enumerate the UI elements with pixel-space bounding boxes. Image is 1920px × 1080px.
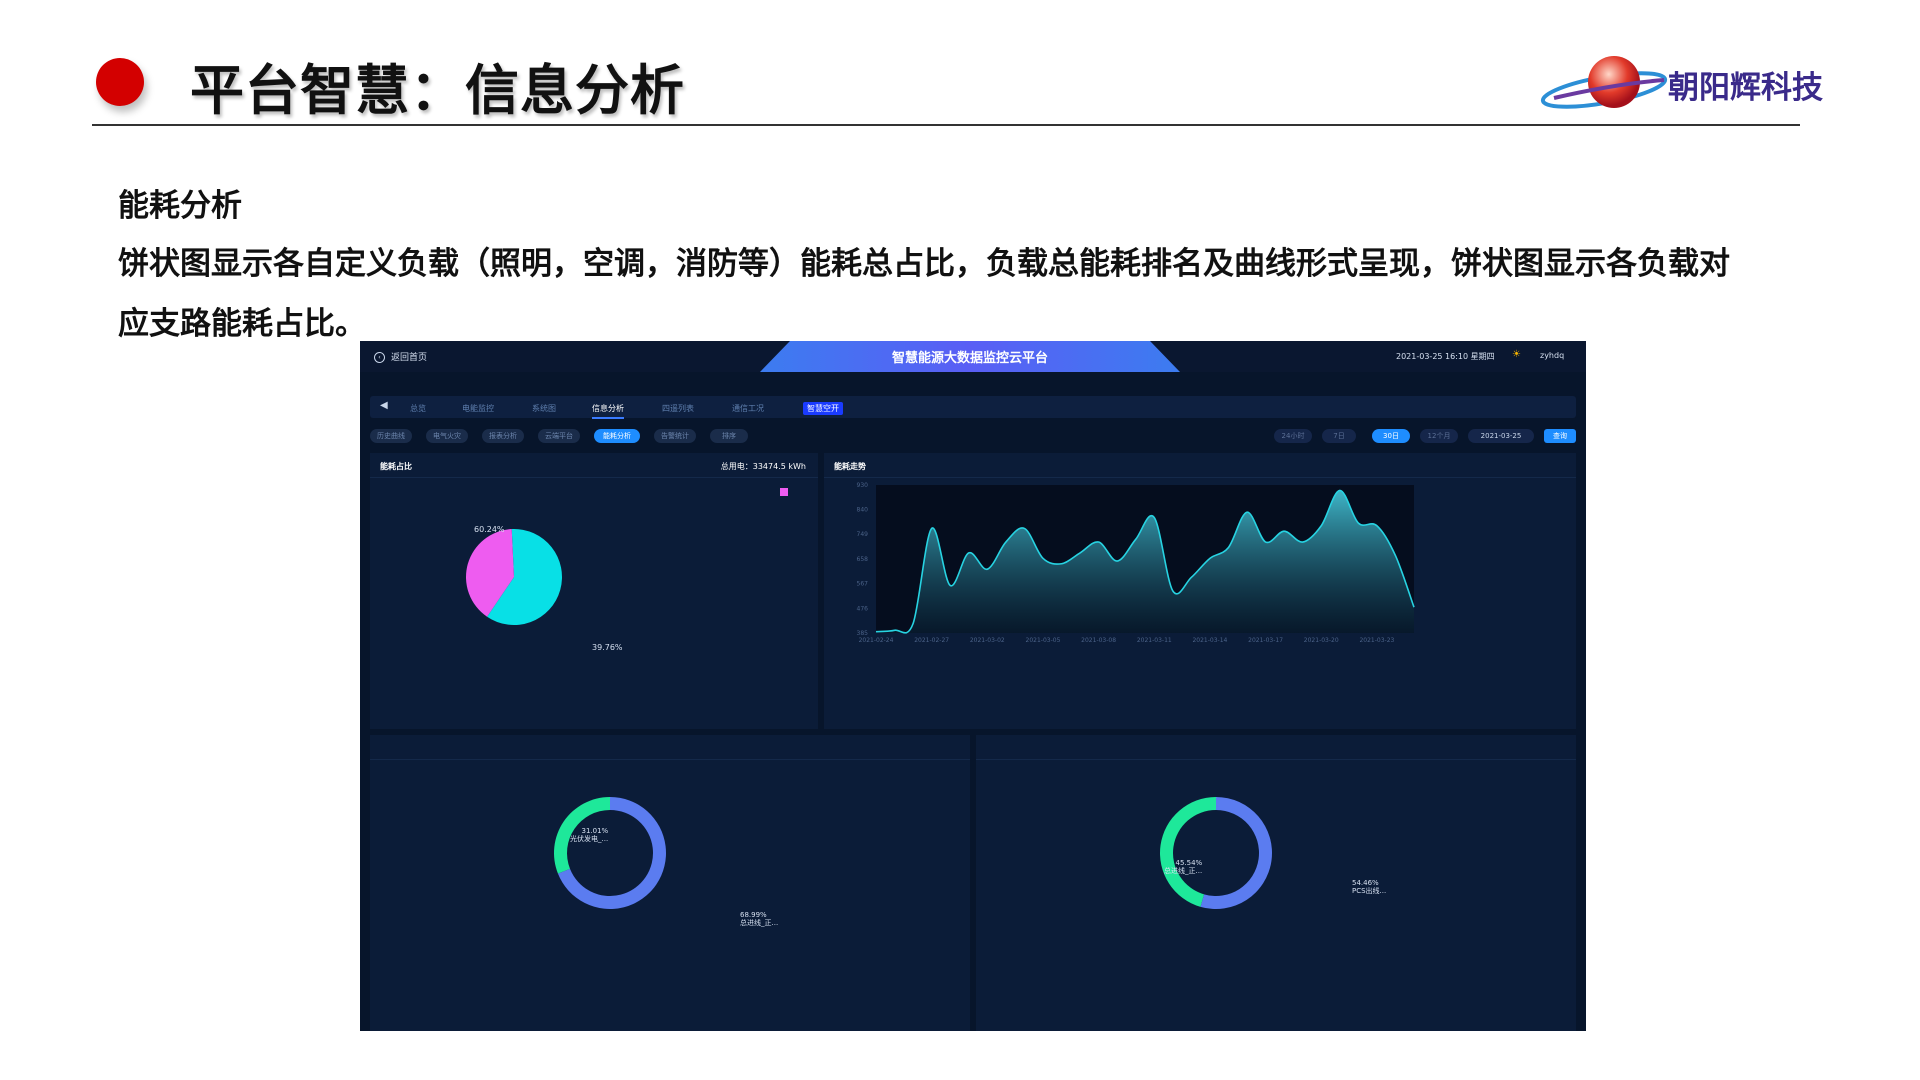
- x-tick-label: 2021-02-27: [914, 637, 949, 644]
- x-tick-label: 2021-03-23: [1359, 637, 1394, 644]
- nav-power-monitor[interactable]: 电能监控: [462, 403, 494, 414]
- pie-slice-0: [1160, 797, 1216, 907]
- subtab-energy[interactable]: 能耗分析: [594, 429, 640, 443]
- weather-icon: ☀: [1512, 349, 1521, 360]
- y-tick-label: 476: [857, 605, 869, 612]
- dashboard-title: 智慧能源大数据监控云平台: [891, 351, 1048, 366]
- nav-comm-status[interactable]: 通信工况: [732, 403, 764, 414]
- x-tick-label: 2021-03-08: [1081, 637, 1116, 644]
- slide-title: 平台智慧：信息分析: [190, 59, 685, 122]
- date-picker[interactable]: 2021-03-25: [1468, 429, 1534, 443]
- nav-four-remote[interactable]: 四遥列表: [662, 403, 694, 414]
- donut-right-name-b: PCS出线...: [1352, 887, 1387, 895]
- branch-donut-left: [554, 797, 666, 909]
- back-home-label: 返回首页: [391, 353, 428, 363]
- y-tick-label: 567: [857, 581, 869, 588]
- energy-share-pie: [466, 529, 563, 625]
- donut-left-pct-b: 68.99%: [740, 911, 767, 919]
- query-button[interactable]: 查询: [1544, 429, 1576, 443]
- header-divider: [92, 124, 1800, 126]
- y-tick-label: 749: [857, 531, 869, 538]
- dashboard-screenshot: 智慧能源大数据监控云平台 ‹ 返回首页 2021-03-25 16:10 星期四 …: [360, 341, 1586, 1031]
- description-text: 饼状图显示各自定义负载（照明，空调，消防等）能耗总占比，负载总能耗排名及曲线形式…: [118, 246, 1730, 342]
- x-tick-label: 2021-03-05: [1026, 637, 1061, 644]
- panel-branch-left: 31.01% 光伏发电_... 68.99% 总进线_正...: [370, 735, 970, 1031]
- nav-system-diagram[interactable]: 系统图: [532, 403, 556, 414]
- subtab-report[interactable]: 报表分析: [482, 429, 524, 443]
- donut-left-label-b: 68.99% 总进线_正...: [740, 911, 778, 927]
- back-home-link[interactable]: ‹ 返回首页: [374, 350, 427, 363]
- x-tick-label: 2021-03-11: [1137, 637, 1172, 644]
- subtab-rank[interactable]: 排序: [710, 429, 748, 443]
- nav-info-analysis[interactable]: 信息分析: [592, 403, 624, 419]
- x-tick-label: 2021-03-14: [1192, 637, 1227, 644]
- subtab-fire[interactable]: 电气火灾: [426, 429, 468, 443]
- range-12m[interactable]: 12个月: [1420, 429, 1458, 443]
- range-24h[interactable]: 24小时: [1274, 429, 1312, 443]
- panel-energy-share: 能耗占比 总用电：33474.5 kWh 60.24% 39.76%: [370, 453, 818, 729]
- x-tick-label: 2021-03-17: [1248, 637, 1283, 644]
- panel-branch-right: 45.54% 总进线_正... 54.46% PCS出线...: [976, 735, 1576, 1031]
- nav-smart-breaker[interactable]: 智慧空开: [803, 402, 843, 415]
- datetime: 2021-03-25 16:10 星期四: [1396, 352, 1495, 361]
- donut-right-name-a: 总进线_正...: [1164, 867, 1203, 875]
- donut-right-label-b: 54.46% PCS出线...: [1352, 879, 1386, 895]
- pie-label-magenta: 39.76%: [592, 643, 623, 652]
- x-tick-label: 2021-03-20: [1304, 637, 1339, 644]
- back-icon: ‹: [374, 352, 385, 363]
- section-title: 能耗分析: [118, 188, 242, 224]
- pie-slice-1: [1200, 797, 1272, 909]
- y-tick-label: 658: [857, 556, 869, 563]
- username[interactable]: zyhdq: [1540, 351, 1564, 360]
- panel-energy-trend: 能耗走势 385 476 567 658 749 840 930 2021-02-24 2021…: [824, 453, 1576, 729]
- branch-donut-right: [1160, 797, 1272, 909]
- y-tick-label: 840: [857, 506, 869, 513]
- donut-left-label-a: 31.01% 光伏发电_...: [570, 827, 608, 843]
- donut-right-pct-b: 54.46%: [1352, 879, 1379, 887]
- donut-left-name-a: 光伏发电_...: [570, 835, 609, 843]
- x-tick-label: 2021-02-24: [859, 637, 894, 644]
- donut-right-label-a: 45.54% 总进线_正...: [1164, 859, 1202, 875]
- nav-overview[interactable]: 总览: [410, 403, 426, 414]
- subtab-alarm[interactable]: 告警统计: [654, 429, 696, 443]
- range-7d[interactable]: 7日: [1322, 429, 1356, 443]
- subtab-history[interactable]: 历史曲线: [370, 429, 412, 443]
- energy-trend-chart: 385 476 567 658 749 840 930 2021-02-24 2021-02-2…: [857, 482, 1415, 644]
- range-30d[interactable]: 30日: [1372, 429, 1410, 443]
- speaker-icon[interactable]: ◀: [380, 400, 388, 411]
- y-tick-label: 385: [857, 630, 869, 637]
- pie-label-cyan: 60.24%: [474, 525, 505, 534]
- logo-text: 朝阳辉科技: [1668, 70, 1823, 106]
- y-tick-label: 930: [857, 482, 869, 489]
- donut-right-pct-a: 45.54%: [1175, 859, 1203, 867]
- donut-left-pct-a: 31.01%: [581, 827, 609, 835]
- title-bullet: [96, 58, 144, 106]
- donut-left-name-b: 总进线_正...: [740, 919, 779, 927]
- x-tick-label: 2021-03-02: [970, 637, 1005, 644]
- subtab-cloud[interactable]: 云端平台: [538, 429, 580, 443]
